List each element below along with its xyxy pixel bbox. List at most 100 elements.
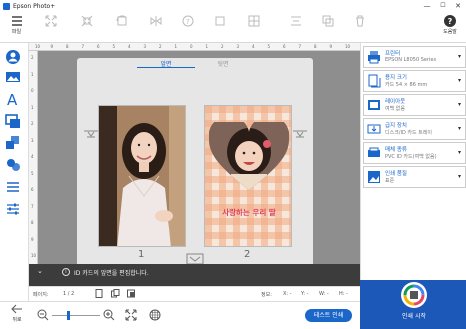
swap-cards-icon[interactable] bbox=[186, 250, 204, 265]
hamburger-icon bbox=[11, 16, 22, 26]
w-readout: W: - bbox=[319, 291, 329, 297]
svg-text:?: ? bbox=[448, 17, 453, 26]
ruler-number: 0 bbox=[190, 44, 193, 49]
print-icon bbox=[403, 284, 425, 306]
card-number-1: 1 bbox=[138, 249, 145, 260]
ruler-number: 5 bbox=[112, 44, 116, 49]
back-button[interactable]: 뒤로 bbox=[8, 304, 26, 328]
zoom-in-icon[interactable] bbox=[103, 309, 115, 321]
menu-button[interactable]: 파일 bbox=[0, 14, 33, 35]
tab-back[interactable]: 뒷면 bbox=[198, 59, 248, 68]
help-label: 도움말 bbox=[443, 29, 457, 35]
ruler-number: 1 bbox=[31, 104, 34, 110]
media-type-value: PVC ID 카드(여백 없음) bbox=[385, 154, 437, 160]
info-message: ID 카드의 앞면을 편집합니다. bbox=[74, 270, 149, 277]
ruler-number: 3 bbox=[236, 44, 240, 49]
ruler-number: 2 bbox=[31, 121, 34, 126]
ruler-number: 4 bbox=[252, 44, 255, 49]
maximize-button[interactable]: ☐ bbox=[436, 0, 450, 12]
tool-fill-icon[interactable] bbox=[78, 14, 96, 28]
card-front-2[interactable]: 사랑하는 우리 딸 bbox=[204, 105, 292, 247]
printer-value: EPSON L8050 Series bbox=[385, 57, 437, 63]
chevron-down-icon: ▾ bbox=[457, 77, 461, 84]
print-start-button[interactable] bbox=[401, 282, 427, 308]
print-start-label: 인쇄 시작 bbox=[402, 313, 426, 320]
ruler-number: 9 bbox=[31, 236, 34, 242]
printer-title: 프린터 bbox=[385, 51, 401, 57]
ruler-number: 5 bbox=[31, 170, 34, 176]
adjust-icon[interactable] bbox=[5, 201, 21, 217]
tab-front[interactable]: 앞면 bbox=[137, 59, 195, 68]
zoom-out-icon[interactable] bbox=[37, 309, 49, 321]
paper-size-setting[interactable]: 용지 크기 카드 54 × 86 mm ▾ bbox=[363, 70, 466, 92]
ruler-number: 8 bbox=[314, 44, 317, 49]
menu-label: 파일 bbox=[11, 29, 22, 35]
zoom-slider-thumb[interactable] bbox=[67, 311, 71, 320]
ruler-number: 8 bbox=[31, 220, 34, 225]
printer-icon bbox=[368, 51, 380, 64]
chevron-down-icon: ▾ bbox=[457, 173, 461, 180]
paper-size-title: 용지 크기 bbox=[385, 75, 407, 81]
layers-icon[interactable] bbox=[5, 135, 21, 151]
fit-screen-icon[interactable] bbox=[125, 309, 137, 321]
ruler-number: 1 bbox=[174, 44, 178, 49]
page-value: 1 / 2 bbox=[63, 291, 75, 297]
frame-icon[interactable] bbox=[5, 113, 21, 129]
printer-setting[interactable]: 프린터 EPSON L8050 Series ▾ bbox=[363, 46, 466, 68]
info-label: 정보: bbox=[261, 292, 272, 298]
minimize-button[interactable]: — bbox=[420, 0, 434, 12]
tool-flip-icon[interactable] bbox=[146, 14, 166, 28]
ruler-number: 2 bbox=[159, 44, 162, 49]
ruler-number: 7 bbox=[31, 203, 34, 209]
ruler-number: 7 bbox=[298, 44, 302, 49]
tool-fit-icon[interactable] bbox=[42, 14, 60, 28]
ruler-number: 9 bbox=[329, 44, 333, 49]
ruler-number: 9 bbox=[50, 44, 54, 49]
chevron-down-icon[interactable]: ⌄ bbox=[37, 267, 43, 275]
image-icon[interactable] bbox=[5, 69, 21, 85]
quality-setting[interactable]: 인쇄 품질 표준 ▾ bbox=[363, 166, 466, 188]
ruler-number: 1 bbox=[31, 71, 34, 77]
close-button[interactable]: ✕ bbox=[451, 0, 465, 12]
tray-title: 급지 장치 bbox=[385, 123, 407, 129]
status-bar: 페이지: 1 / 2 정보: X: - Y: - W: - H: - bbox=[29, 286, 360, 301]
ruler-number: 3 bbox=[31, 137, 34, 143]
tool-delete-icon[interactable] bbox=[350, 14, 370, 28]
ruler-number: 1 bbox=[205, 44, 209, 49]
tool-grid-icon[interactable] bbox=[244, 14, 264, 28]
text-icon[interactable]: A bbox=[5, 91, 21, 109]
page-label: 페이지: bbox=[33, 292, 49, 298]
ruler-number: 0 bbox=[31, 88, 34, 93]
ruler-number: 8 bbox=[66, 44, 69, 49]
info-bar: ⌄ i ID 카드의 앞면을 편집합니다. bbox=[29, 264, 360, 286]
card2-caption: 사랑하는 우리 딸 bbox=[222, 208, 276, 217]
stamp-icon[interactable] bbox=[5, 157, 21, 173]
media-type-setting[interactable]: 매체 종류 PVC ID 카드(여백 없음) ▾ bbox=[363, 142, 466, 164]
ruler-vertical: 2 1 0 1 2 3 4 5 6 7 8 9 10 bbox=[29, 51, 38, 271]
layout-setting[interactable]: 레이아웃 여백 없음 ▾ bbox=[363, 94, 466, 116]
person-icon[interactable] bbox=[5, 49, 21, 65]
card-number-2: 2 bbox=[244, 249, 251, 260]
tool-rotate-icon[interactable] bbox=[112, 14, 132, 28]
page-paste-icon[interactable] bbox=[127, 289, 136, 298]
ruler-number: 10 bbox=[345, 44, 351, 49]
tool-crop-icon[interactable] bbox=[210, 14, 230, 28]
tray-icon bbox=[367, 124, 381, 134]
ruler-number: 10 bbox=[31, 253, 37, 258]
arrange-icon[interactable] bbox=[5, 179, 21, 195]
page-copy-icon[interactable] bbox=[111, 289, 120, 298]
page-single-icon[interactable] bbox=[95, 289, 103, 298]
svg-text:?: ? bbox=[186, 18, 190, 26]
grid-icon[interactable] bbox=[149, 309, 161, 321]
settings-panel: 프린터 EPSON L8050 Series ▾ 용지 크기 카드 54 × 8… bbox=[360, 43, 466, 280]
card-front-1[interactable] bbox=[98, 105, 186, 247]
zoom-slider-track[interactable] bbox=[52, 315, 100, 316]
tool-help-icon[interactable]: ? bbox=[178, 14, 198, 28]
tray-setting[interactable]: 급지 장치 디스크/ID 카드 트레이 ▾ bbox=[363, 118, 466, 140]
tool-duplicate-icon[interactable] bbox=[318, 14, 338, 28]
tool-align-icon[interactable] bbox=[286, 14, 306, 28]
y-readout: Y: - bbox=[301, 291, 309, 297]
test-print-button[interactable]: 테스트 인쇄 bbox=[305, 309, 352, 322]
help-button[interactable]: ? 도움말 bbox=[435, 14, 465, 35]
left-tool-strip: A bbox=[0, 43, 29, 301]
